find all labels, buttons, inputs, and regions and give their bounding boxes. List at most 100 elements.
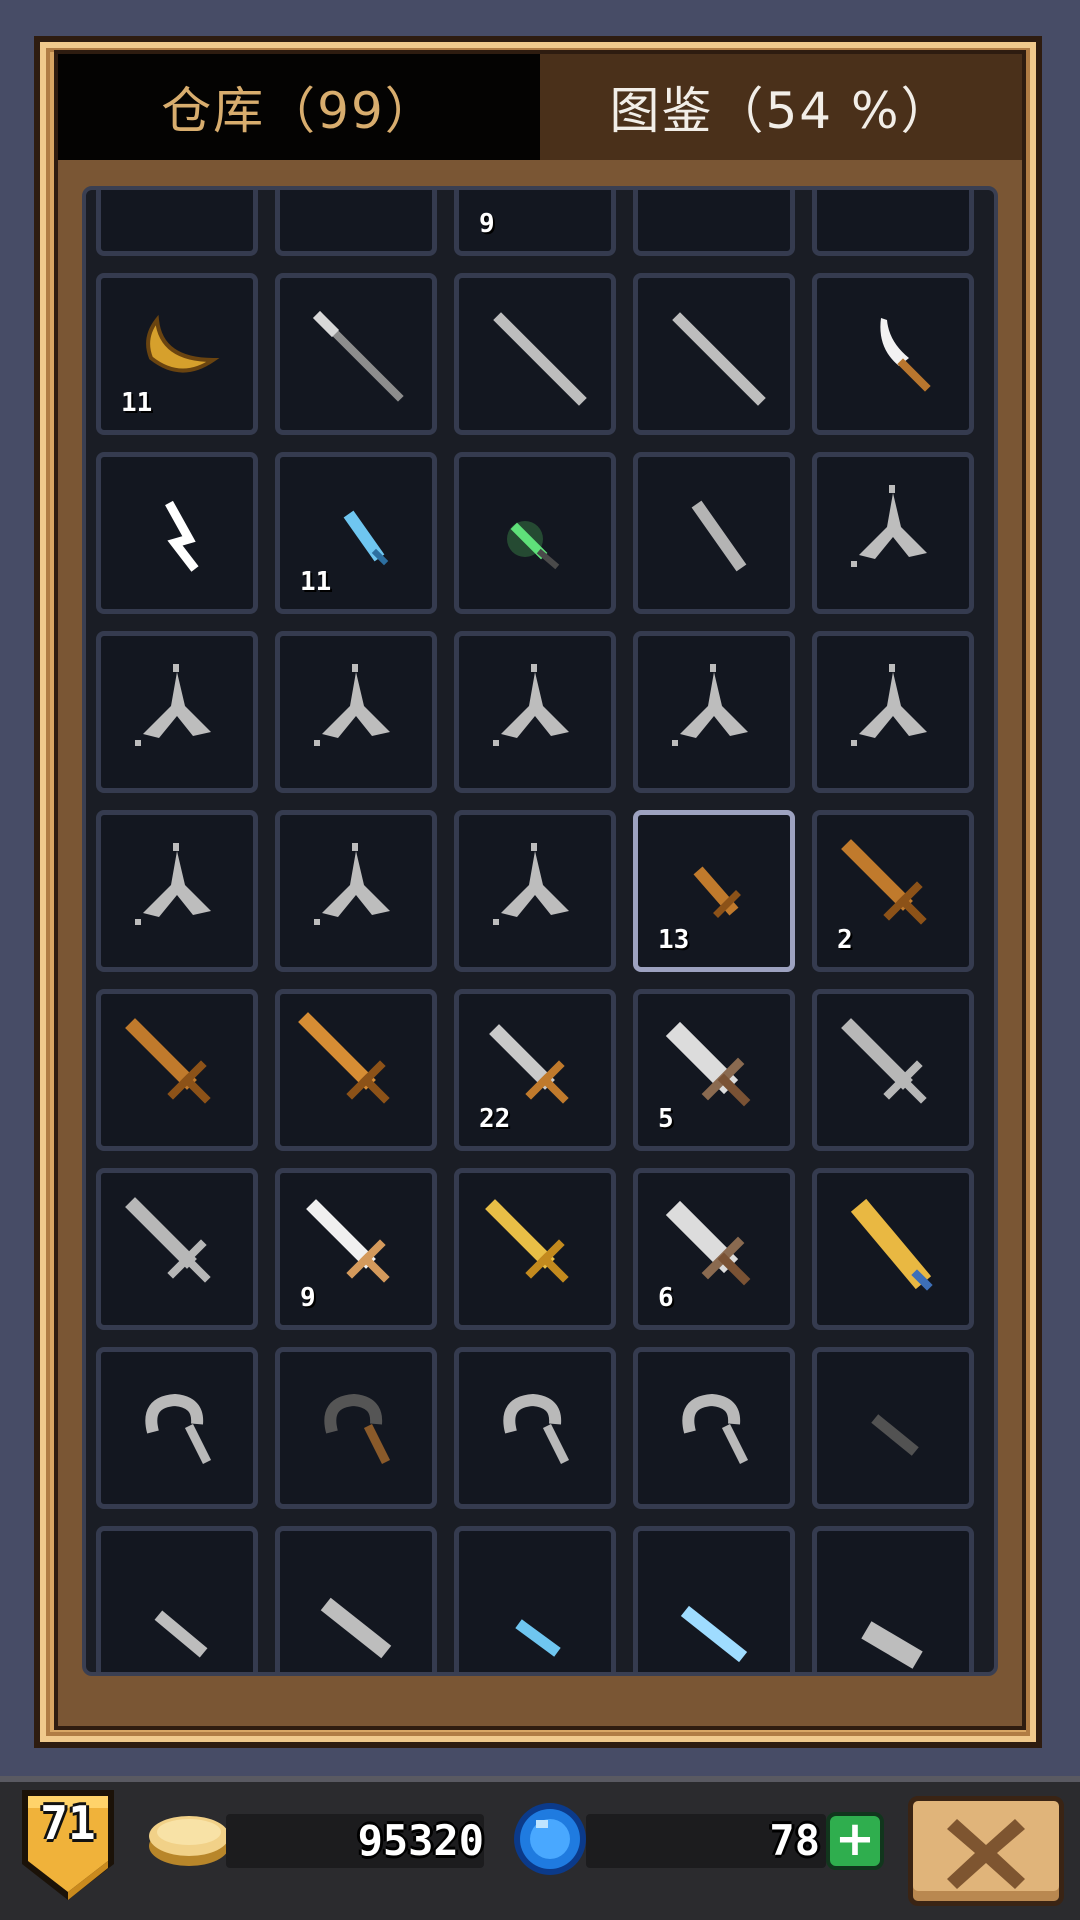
white-zigzag-blade-icon — [165, 500, 199, 572]
inventory-slot[interactable] — [96, 989, 258, 1151]
inventory-slot[interactable] — [454, 1526, 616, 1672]
inventory-slot[interactable] — [275, 989, 437, 1151]
tab-collection[interactable]: 图鉴（54 %） — [540, 54, 1022, 160]
inventory-slot[interactable]: 22 — [454, 989, 616, 1151]
wooden-greatsword-icon — [298, 1012, 390, 1104]
caltrop-icon — [135, 664, 211, 746]
gray-bow-icon — [101, 186, 253, 251]
item-count: 11 — [300, 567, 332, 597]
inventory-slot[interactable] — [275, 631, 437, 793]
caltrop-icon — [135, 843, 211, 925]
tab-storage[interactable]: 仓库（99） — [58, 54, 540, 160]
golden-short-sword-icon — [485, 1199, 569, 1283]
inventory-slot[interactable] — [633, 1347, 795, 1509]
inventory-slot[interactable]: 11 — [96, 273, 258, 435]
staff-icon — [672, 312, 766, 406]
inventory-slot[interactable] — [454, 810, 616, 972]
inventory-slot[interactable] — [454, 452, 616, 614]
inventory-slot[interactable] — [96, 1347, 258, 1509]
dark-sickle-icon — [324, 1393, 391, 1465]
gray-machete-icon — [320, 1597, 392, 1659]
inventory-slot[interactable] — [454, 1347, 616, 1509]
ice-blade-icon — [515, 1619, 561, 1657]
inventory-slot[interactable] — [96, 452, 258, 614]
player-level: 71 — [40, 1796, 96, 1850]
item-count: 22 — [479, 1104, 511, 1134]
inventory-slot[interactable] — [454, 631, 616, 793]
caltrop-icon — [851, 485, 927, 567]
caltrop-icon — [672, 664, 748, 746]
inventory-slot[interactable]: 13 — [633, 810, 795, 972]
close-button[interactable] — [908, 1796, 1064, 1906]
gray-sickle-icon — [682, 1393, 749, 1465]
gem-amount: 78 — [769, 1816, 820, 1865]
inventory-slot[interactable] — [633, 273, 795, 435]
inventory-slot[interactable] — [812, 1168, 974, 1330]
staff-icon — [493, 312, 587, 406]
inventory-slot[interactable] — [454, 1168, 616, 1330]
inventory-slot[interactable] — [96, 1526, 258, 1672]
inventory-slot[interactable] — [812, 186, 974, 256]
silver-bow-icon — [638, 186, 790, 251]
inventory-slot[interactable] — [275, 273, 437, 435]
inventory-slot[interactable] — [633, 186, 795, 256]
inventory-slot[interactable] — [633, 1526, 795, 1672]
dark-dagger-icon — [871, 1414, 919, 1456]
inventory-slot[interactable] — [812, 452, 974, 614]
close-icon — [947, 1819, 1025, 1889]
item-count: 13 — [658, 925, 690, 955]
item-count: 9 — [300, 1283, 316, 1313]
inventory-slot[interactable] — [812, 273, 974, 435]
item-count: 6 — [658, 1283, 674, 1313]
plus-icon: + — [834, 1811, 876, 1867]
inventory-slot[interactable]: 2 — [812, 810, 974, 972]
golden-greatsword-icon — [850, 1198, 933, 1291]
inventory-slot[interactable] — [275, 190, 437, 256]
item-count: 5 — [658, 1104, 674, 1134]
gold-amount: 95320 — [357, 1816, 484, 1865]
iron-spear-icon — [312, 310, 404, 402]
caltrop-icon — [493, 843, 569, 925]
item-count: 9 — [479, 209, 495, 239]
tab-bar: 仓库（99） 图鉴（54 %） — [58, 54, 1022, 160]
inventory-slot[interactable] — [812, 631, 974, 793]
caltrop-icon — [493, 664, 569, 746]
inventory-slot[interactable] — [633, 631, 795, 793]
gold-coin-icon — [149, 1816, 229, 1866]
inventory-slot[interactable] — [275, 1347, 437, 1509]
inventory-slot[interactable]: 6 — [633, 1168, 795, 1330]
gray-sickle-icon — [145, 1393, 212, 1465]
add-gems-button[interactable]: + — [826, 1812, 884, 1870]
inventory-slot[interactable]: 11 — [275, 452, 437, 614]
inventory-slot[interactable]: 9 — [454, 190, 616, 256]
gray-dagger-icon — [691, 500, 747, 572]
inventory-slot[interactable] — [96, 1168, 258, 1330]
inventory-slot[interactable] — [96, 631, 258, 793]
caltrop-icon — [314, 664, 390, 746]
inventory-slot[interactable] — [275, 810, 437, 972]
curved-dagger-icon — [880, 318, 931, 392]
gray-blade-icon — [154, 1610, 208, 1658]
silver-bow-icon — [817, 186, 969, 251]
wooden-sword-icon — [125, 1018, 211, 1104]
inventory-slot[interactable] — [812, 1526, 974, 1672]
item-grid: 9 11 11 13 2 22 5 9 6 — [96, 186, 974, 1672]
inventory-slot[interactable] — [96, 186, 258, 256]
item-count: 2 — [837, 925, 853, 955]
ice-sword-icon — [680, 1605, 748, 1663]
inventory-slot[interactable] — [275, 1526, 437, 1672]
emerald-dagger-icon — [507, 521, 560, 570]
item-count: 11 — [121, 388, 153, 418]
inventory-slot[interactable] — [633, 452, 795, 614]
gray-sickle-icon — [503, 1393, 570, 1465]
caltrop-icon — [851, 664, 927, 746]
inventory-slot[interactable] — [812, 989, 974, 1151]
inventory-slot[interactable]: 9 — [275, 1168, 437, 1330]
gray-sword-icon — [841, 1018, 927, 1104]
inventory-slot[interactable] — [812, 1347, 974, 1509]
gray-sword-icon — [125, 1197, 211, 1283]
inventory-slot[interactable] — [96, 810, 258, 972]
inventory-slot[interactable]: 5 — [633, 989, 795, 1151]
inventory-slot[interactable] — [454, 273, 616, 435]
item-scroll-area[interactable]: 9 11 11 13 2 22 5 9 6 — [82, 186, 998, 1676]
